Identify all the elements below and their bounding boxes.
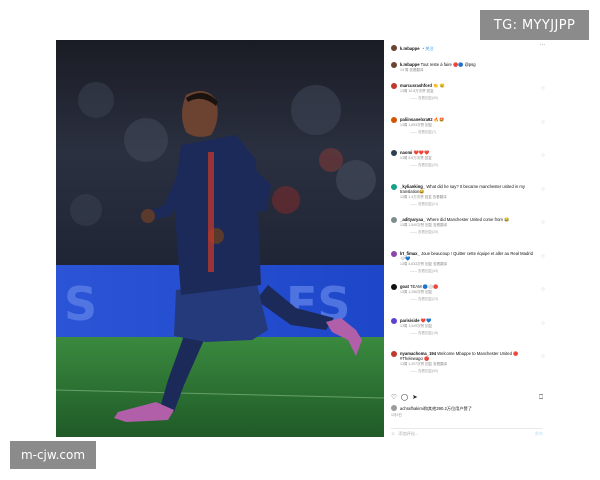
comment-like-icon[interactable]: ♡ <box>541 287 545 292</box>
likes-summary: achrafhakimi和其他390.2万位用户赞了 <box>391 405 543 411</box>
heart-icon[interactable]: ♡ <box>391 394 397 401</box>
comment-item: naomi ❤️❤️❤️ 13周 5.6万次赞 回复 —— 查看回复(20) ♡ <box>391 150 545 184</box>
comment-text: 🔥🤩 <box>433 116 445 122</box>
post-header: k.mbappe • 关注 <box>391 43 547 53</box>
comment-meta: 13周 1,256次赞 回复 <box>400 290 433 294</box>
post-comment-button[interactable]: 发布 <box>535 431 543 436</box>
avatar[interactable] <box>391 317 397 324</box>
svg-text:S: S <box>64 277 97 331</box>
avatar <box>391 405 397 411</box>
comment-like-icon[interactable]: ♡ <box>541 86 545 91</box>
send-icon[interactable]: ➤ <box>412 394 417 401</box>
view-replies-link[interactable]: —— 查看回复(60) <box>400 369 538 374</box>
view-replies-link[interactable]: —— 查看回复(21) <box>400 202 538 207</box>
view-replies-link[interactable]: —— 查看回复(20) <box>400 163 538 168</box>
watermark-top: TG: MYYJJPP <box>480 10 589 40</box>
comment-meta: 13周 4,633次赞 回复 查看翻译 <box>400 261 448 266</box>
add-comment-bar: ☺ 添加评论... 发布 <box>391 428 543 436</box>
view-replies-link[interactable]: —— 查看回复(60) <box>400 96 538 101</box>
view-replies-link[interactable]: —— 查看回复(25) <box>400 230 538 235</box>
comment-item: marcusrashford 👏 😢 13周 10.8万次赞 回复 —— 查看回复(… <box>391 83 545 117</box>
comment-meta: 13周 1,049次赞 回复 <box>400 323 433 328</box>
header-username[interactable]: k.mbappe <box>400 46 420 51</box>
post-caption: k.mbappe Tout reste à faire 🔴🔵 @psg 13 周… <box>391 62 541 73</box>
comment-text: ❤️❤️❤️ <box>413 150 430 155</box>
comment-like-icon[interactable]: ♡ <box>541 220 545 225</box>
avatar[interactable] <box>391 116 397 123</box>
caption-text: Tout reste à faire 🔴🔵 @psg <box>420 62 476 67</box>
comment-text: Where did Manchester United come from 😂 <box>426 217 510 222</box>
caption-meta: 13 周 查看翻译 <box>400 68 424 72</box>
comment-meta: 13周 5.6万次赞 回复 <box>400 156 432 160</box>
avatar[interactable] <box>391 250 397 257</box>
bookmark-icon[interactable]: ⎕ <box>539 394 543 401</box>
comments-panel: k.mbappe • 关注 ··· k.mbappe Tout reste à … <box>387 40 547 440</box>
comment-like-icon[interactable]: ♡ <box>541 120 545 125</box>
comment-meta: 13周 1,693次赞 回复 <box>400 122 433 127</box>
caption-username[interactable]: k.mbappe <box>400 62 420 67</box>
emoji-icon[interactable]: ☺ <box>391 431 395 436</box>
comment-item: goat TEAM 🔵⚪🔴 13周 1,256次赞 回复 —— 查看回复(23) ♡ <box>391 284 545 318</box>
comment-meta: 13周 1.4万次赞 回复 查看翻译 <box>400 194 447 199</box>
comment-like-icon[interactable]: ♡ <box>541 187 545 192</box>
comment-item: paliinsanelxra92 🔥🤩 13周 1,693次赞 回复 —— 查看回复… <box>391 116 545 151</box>
instagram-post: S FS k.mbappe • 关注 ··· k.mbappe Tout res… <box>56 40 547 440</box>
comment-input[interactable]: 添加评论... <box>398 431 418 436</box>
view-replies-link[interactable]: —— 查看回复(18) <box>400 331 538 336</box>
comment-like-icon[interactable]: ♡ <box>541 153 545 158</box>
view-replies-link[interactable]: —— 查看回复(7) <box>400 130 538 135</box>
avatar[interactable] <box>391 351 397 357</box>
watermark-bottom: m-cjw.com <box>10 441 96 469</box>
avatar[interactable] <box>391 284 397 290</box>
avatar[interactable] <box>391 183 397 190</box>
avatar[interactable] <box>391 150 397 156</box>
comment-text: ❤️💙 <box>420 317 432 323</box>
comment-username[interactable]: naomi <box>400 150 412 155</box>
comment-text: TEAM 🔵⚪🔴 <box>409 284 439 289</box>
action-bar: ♡ ◯ ➤ ⎕ <box>391 392 543 402</box>
comment-text: Joue beaucoup ! Quitter cette équipe et … <box>400 250 533 261</box>
comment-item: _kylianking_ What did he say? It became … <box>391 183 545 218</box>
comment-like-icon[interactable]: ♡ <box>541 254 545 259</box>
likes-text[interactable]: achrafhakimi和其他390.2万位用户赞了 <box>400 406 472 411</box>
comment-username[interactable]: marcusrashford <box>400 83 432 88</box>
comment-meta: 13周 1,207次赞 回复 查看翻译 <box>400 362 448 366</box>
comment-like-icon[interactable]: ♡ <box>541 354 545 359</box>
post-date: 1月9日 <box>391 413 402 417</box>
comment-username[interactable]: parisiside <box>400 318 420 323</box>
comment-like-icon[interactable]: ♡ <box>541 321 545 326</box>
avatar[interactable] <box>391 83 397 89</box>
comment-username[interactable]: paliinsanelxra92 <box>400 117 433 122</box>
view-replies-link[interactable]: —— 查看回复(43) <box>400 269 538 274</box>
avatar[interactable] <box>391 45 397 51</box>
comment-username[interactable]: goat <box>400 284 409 289</box>
comment-list: marcusrashford 👏 😢 13周 10.8万次赞 回复 —— 查看回复(… <box>391 83 545 385</box>
avatar[interactable] <box>391 62 397 68</box>
comment-item: nyamachoma_194 Welcome Mbappe to Manches… <box>391 351 545 385</box>
comment-item: _adityaryaa_ Where did Manchester United… <box>391 217 545 251</box>
avatar[interactable] <box>391 217 397 223</box>
mbappe-photo: S FS <box>56 40 384 437</box>
more-options-icon[interactable]: ··· <box>540 43 545 48</box>
comment-text: 👏 😢 <box>433 83 445 88</box>
comment-item: lrt_fimax_ Joue beaucoup ! Quitter cette… <box>391 250 545 285</box>
comment-meta: 13周 10.8万次赞 回复 <box>400 89 434 93</box>
follow-button[interactable]: • 关注 <box>423 46 434 51</box>
view-replies-link[interactable]: —— 查看回复(23) <box>400 297 538 302</box>
post-photo: S FS <box>56 40 384 437</box>
comment-meta: 13周 1,540次赞 回复 查看翻译 <box>400 223 448 227</box>
comment-item: parisiside ❤️💙 13周 1,049次赞 回复 —— 查看回复(18) ♡ <box>391 317 545 352</box>
comment-icon[interactable]: ◯ <box>401 394 408 401</box>
comment-username[interactable]: _adityaryaa_ <box>400 217 425 222</box>
